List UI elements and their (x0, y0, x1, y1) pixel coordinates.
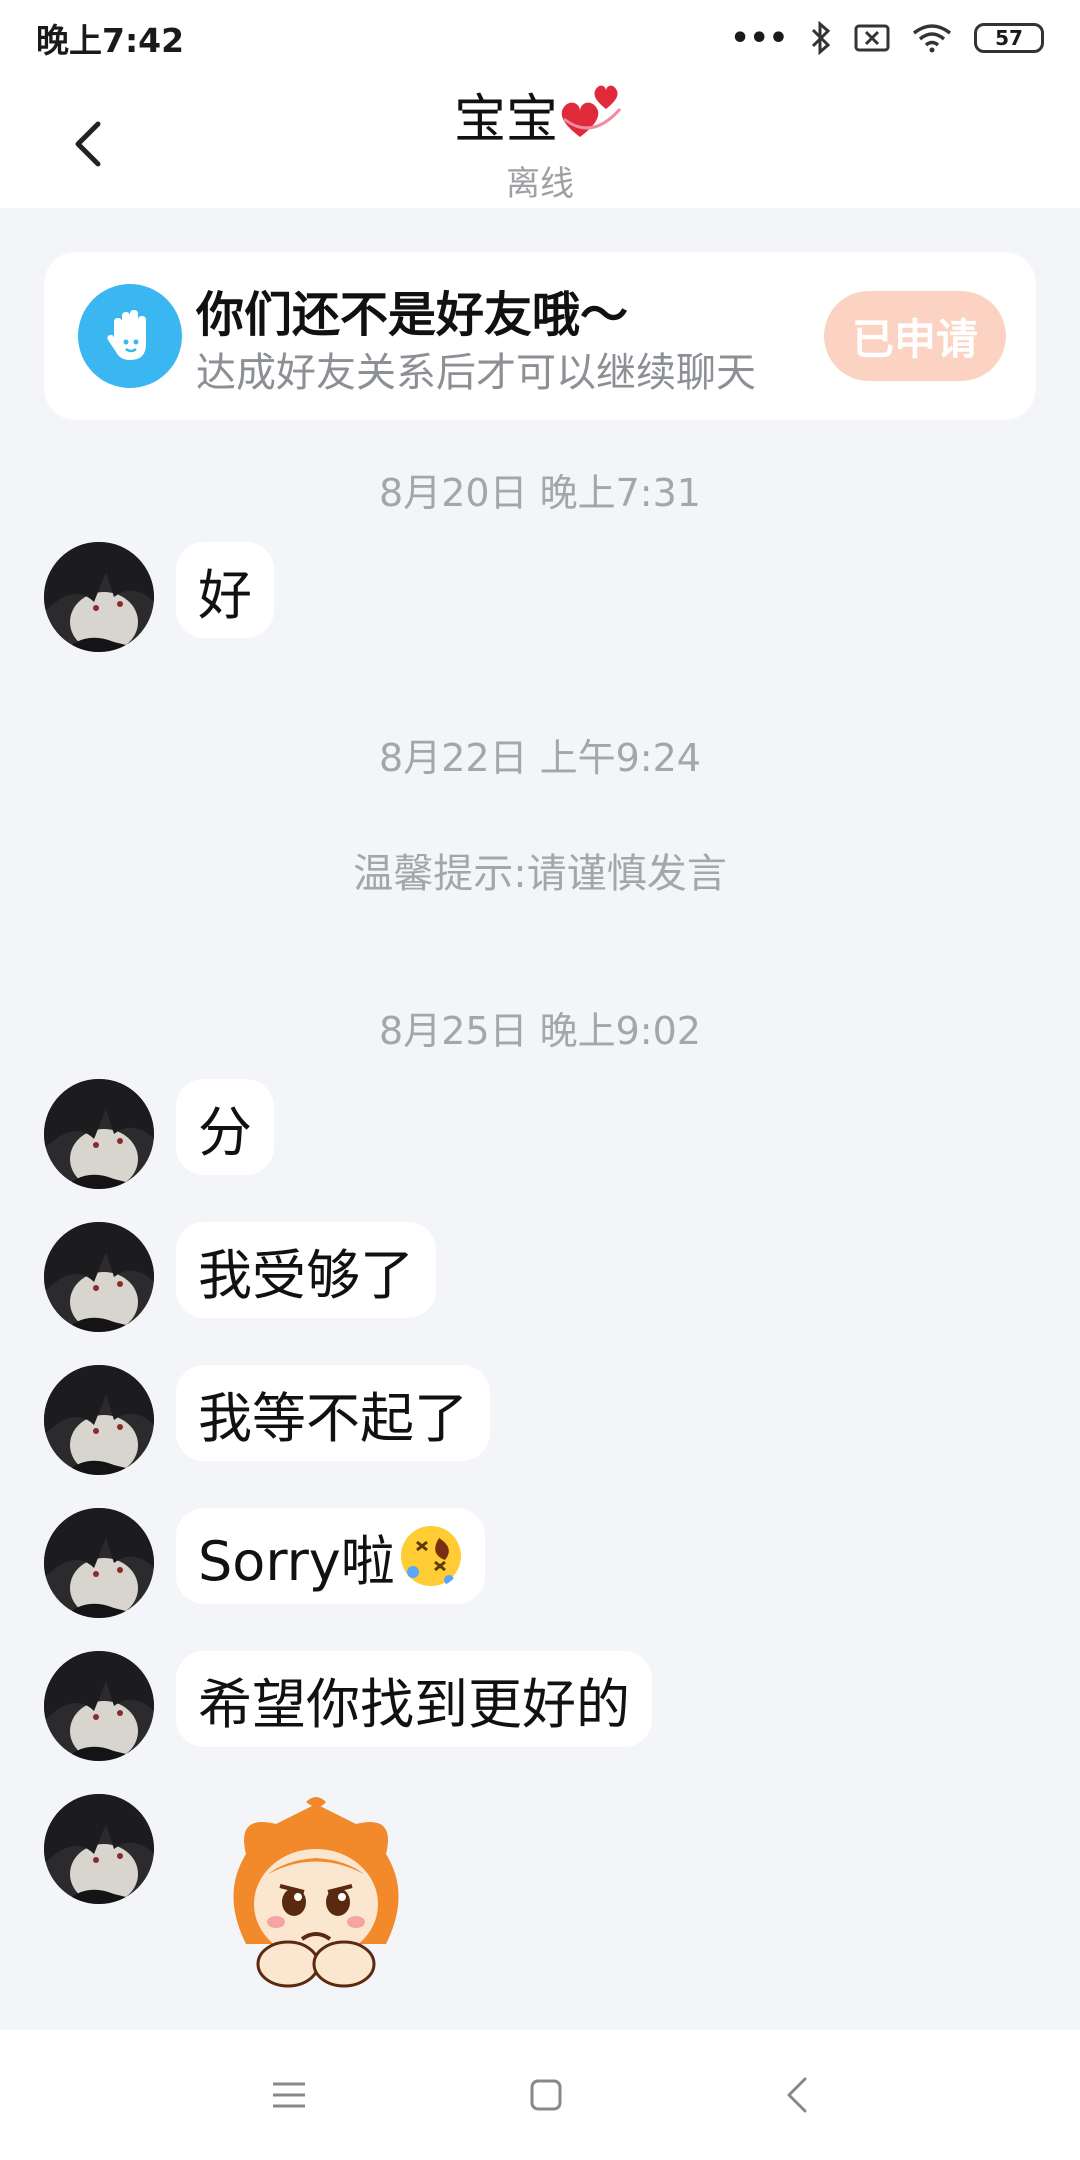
message-bubble[interactable]: Sorry啦 (176, 1508, 485, 1604)
back-nav-icon[interactable] (785, 2076, 809, 2114)
battery-icon: 57 (974, 23, 1044, 53)
status-time: 晚上7:42 (36, 21, 185, 60)
timestamp: 8月25日 晚上9:02 (379, 1009, 701, 1053)
message-bubble[interactable]: 希望你找到更好的 (176, 1651, 652, 1747)
message-row: 好 (44, 542, 274, 652)
message-bubble[interactable]: 我受够了 (176, 1222, 436, 1318)
avatar[interactable] (44, 1508, 154, 1618)
chat-header: 宝宝 离线 (0, 76, 1080, 208)
chevron-left-icon (75, 121, 101, 167)
friend-banner-description: 达成好友关系后才可以继续聊天 (196, 350, 756, 396)
back-button[interactable] (62, 114, 112, 174)
timestamp: 8月20日 晚上7:31 (379, 471, 701, 515)
no-sim-icon (854, 24, 890, 52)
message-bubble[interactable]: 我等不起了 (176, 1365, 490, 1461)
rolling-laugh-emoji-icon (400, 1526, 461, 1586)
avatar[interactable] (44, 1079, 154, 1189)
sticker-message[interactable] (206, 1794, 426, 1998)
message-row: Sorry啦 (44, 1508, 485, 1618)
system-tip: 温馨提示:请谨慎发言 (353, 851, 727, 897)
message-row: 我等不起了 (44, 1365, 490, 1475)
friend-banner-title: 你们还不是好友哦～ (196, 287, 629, 343)
message-row: 我受够了 (44, 1222, 436, 1332)
applied-button[interactable]: 已申请 (824, 291, 1006, 381)
wifi-icon (912, 24, 952, 53)
avatar[interactable] (44, 1794, 154, 1904)
friend-request-banner: 你们还不是好友哦～ 达成好友关系后才可以继续聊天 已申请 (44, 252, 1036, 420)
timestamp: 8月22日 上午9:24 (379, 736, 701, 780)
message-row: 分 (44, 1079, 274, 1189)
avatar[interactable] (44, 1651, 154, 1761)
chat-status: 离线 (505, 163, 574, 204)
avatar[interactable] (44, 542, 154, 652)
bluetooth-icon (811, 21, 831, 55)
more-dots-icon: ••• (730, 20, 788, 56)
chat-title-row: 宝宝 (454, 79, 626, 149)
status-bar: 晚上7:42 ••• 57 (0, 0, 1080, 76)
home-icon[interactable] (529, 2078, 563, 2112)
status-icons: ••• 57 (730, 21, 1044, 56)
message-row: 希望你找到更好的 (44, 1651, 652, 1761)
menu-icon[interactable] (271, 2080, 307, 2110)
title-block: 宝宝 离线 (454, 79, 626, 204)
message-text: Sorry啦 (198, 1529, 395, 1593)
system-nav-bar (0, 2030, 1080, 2160)
avatar[interactable] (44, 1365, 154, 1475)
message-row (44, 1794, 426, 1998)
friend-banner-text: 你们还不是好友哦～ 达成好友关系后才可以继续聊天 (196, 275, 824, 399)
message-bubble[interactable]: 好 (176, 542, 274, 638)
chat-title: 宝宝 (453, 90, 558, 151)
wave-hand-icon (78, 284, 182, 388)
message-bubble[interactable]: 分 (176, 1079, 274, 1175)
avatar[interactable] (44, 1222, 154, 1332)
hearts-icon (561, 86, 622, 138)
crying-cat-sticker-icon (233, 1797, 399, 1988)
